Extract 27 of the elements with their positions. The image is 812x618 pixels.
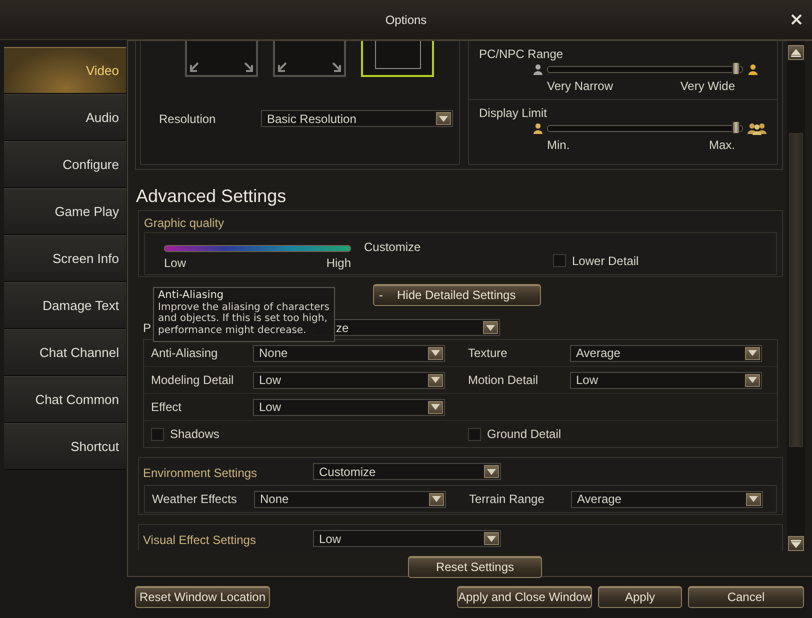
slider-label: PC/NPC Range <box>479 47 564 62</box>
setting-label: Modeling Detail <box>151 373 235 387</box>
slider-max-label: Max. <box>708 138 735 152</box>
setting-label: Resolution <box>159 112 217 126</box>
quality-preset-label: Customize <box>364 240 421 254</box>
slider-max-label: Very Wide <box>680 79 735 93</box>
section-title: Environment Settings <box>142 465 258 480</box>
section-title: Graphic quality <box>143 215 226 232</box>
setting-label: Weather Effects <box>152 492 238 506</box>
setting-label: Motion Detail <box>468 373 540 387</box>
setting-label: Effect <box>151 400 182 414</box>
checkbox-label: Shadows <box>170 427 220 441</box>
slider-min-label: Very Narrow <box>547 79 614 93</box>
quality-max-label: High <box>326 256 351 270</box>
checkbox-label: Lower Detail <box>572 254 639 268</box>
checkbox-label: Ground Detail <box>487 427 562 441</box>
slider-min-label: Min. <box>547 138 570 152</box>
section-title: Visual Effect Settings <box>142 532 257 547</box>
slider-label: Display Limit <box>479 106 548 121</box>
section-heading: Advanced Settings <box>135 185 288 208</box>
setting-label: Terrain Range <box>469 492 546 506</box>
quality-min-label: Low <box>164 256 186 270</box>
setting-label: P <box>143 320 152 334</box>
setting-label: Anti-Aliasing <box>151 346 219 360</box>
setting-label: Texture <box>468 346 508 360</box>
tooltip-title: Anti-Aliasing <box>158 290 225 302</box>
window-title: Options <box>385 12 427 26</box>
